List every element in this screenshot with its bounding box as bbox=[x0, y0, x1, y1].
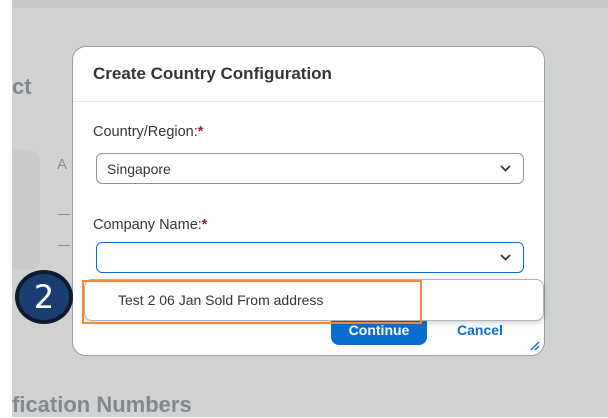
left-margin bbox=[0, 0, 12, 417]
country-region-label: Country/Region:* bbox=[93, 124, 203, 140]
country-region-label-text: Country/Region: bbox=[93, 124, 198, 140]
chevron-down-icon bbox=[500, 254, 511, 261]
background-label: A bbox=[57, 156, 68, 173]
company-name-label: Company Name:* bbox=[93, 217, 207, 233]
step-number-badge: 2 bbox=[15, 270, 73, 324]
background-card bbox=[12, 150, 40, 270]
country-region-select[interactable]: Singapore bbox=[96, 153, 524, 184]
dialog-title: Create Country Configuration bbox=[93, 64, 332, 83]
required-marker: * bbox=[197, 124, 204, 140]
company-name-label-text: Company Name: bbox=[93, 217, 202, 233]
company-name-select[interactable] bbox=[96, 242, 524, 273]
annotation-highlight-box bbox=[82, 280, 422, 324]
country-region-value: Singapore bbox=[107, 161, 171, 177]
required-marker: * bbox=[201, 217, 208, 233]
resize-handle-icon[interactable] bbox=[528, 339, 540, 351]
background-divider bbox=[58, 245, 70, 246]
background-divider bbox=[58, 214, 70, 215]
background-section-title-bottom: fication Numbers bbox=[12, 392, 192, 417]
chevron-down-icon bbox=[500, 165, 511, 172]
header-strip bbox=[12, 0, 608, 8]
dialog-header-divider bbox=[73, 101, 544, 102]
background-section-title: ct bbox=[12, 74, 32, 99]
